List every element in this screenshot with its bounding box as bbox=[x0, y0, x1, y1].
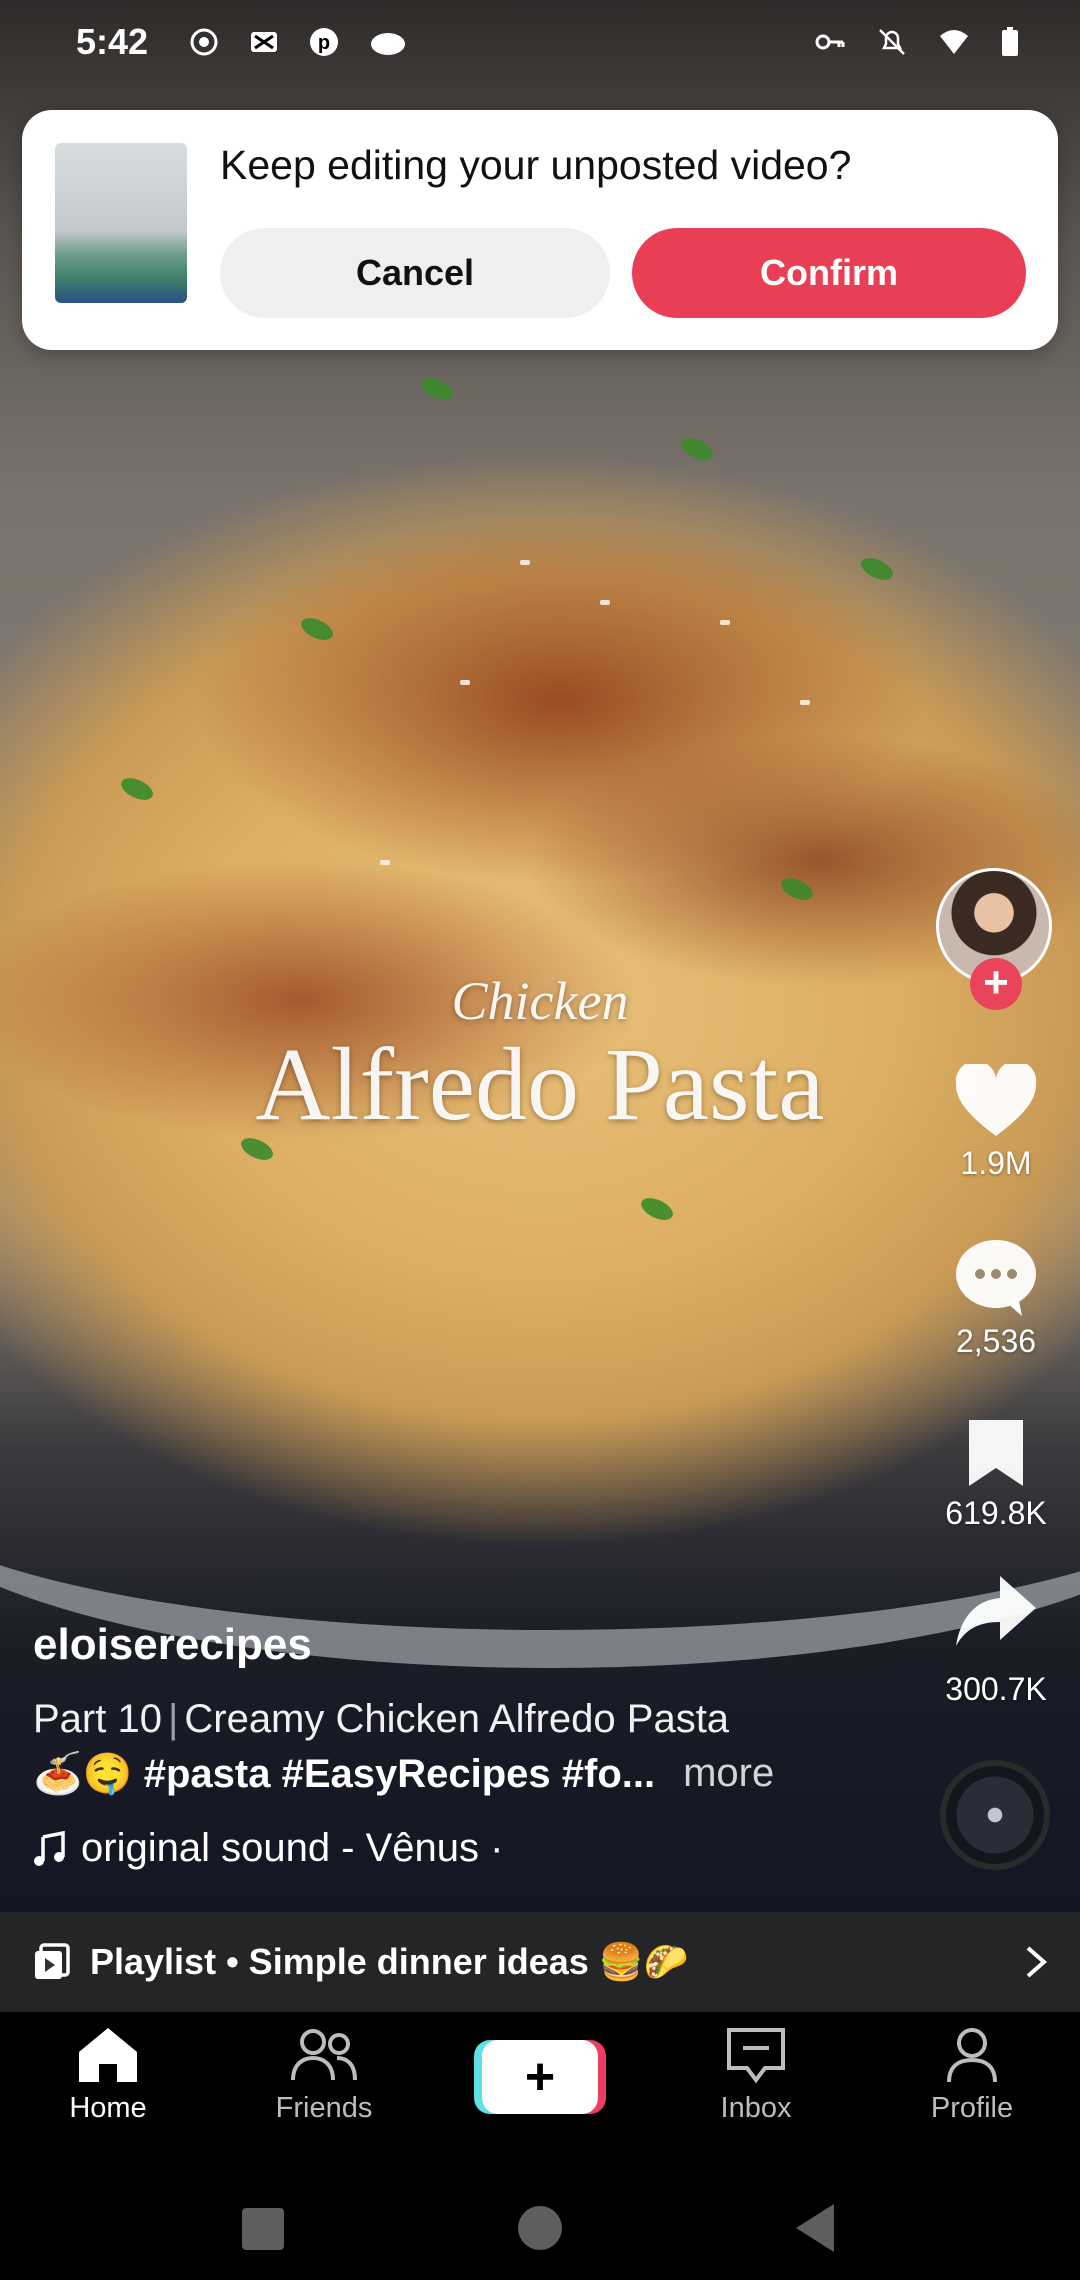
nav-inbox[interactable]: Inbox bbox=[648, 2012, 864, 2152]
share-action[interactable]: 300.7K bbox=[930, 1572, 1062, 1708]
caption-part: Part 10 bbox=[33, 1697, 162, 1741]
playlist-icon bbox=[35, 1943, 70, 1979]
sound-name: original sound - Vênus · bbox=[81, 1826, 504, 1870]
bottom-nav: Home Friends + Inbox Profile bbox=[0, 2012, 1080, 2152]
home-icon bbox=[79, 2028, 137, 2082]
bell-off-icon bbox=[879, 29, 905, 55]
nav-profile[interactable]: Profile bbox=[864, 2012, 1080, 2152]
herb-garnish bbox=[117, 773, 157, 805]
profile-icon bbox=[947, 2028, 997, 2083]
cancel-button[interactable]: Cancel bbox=[220, 228, 610, 318]
wifi-icon bbox=[940, 30, 968, 54]
cheese-fleck bbox=[600, 600, 610, 605]
unposted-video-dialog: Keep editing your unposted video? Cancel… bbox=[22, 110, 1058, 350]
herb-garnish bbox=[857, 553, 897, 585]
status-bar: 5:42 p bbox=[0, 0, 1080, 84]
confirm-button[interactable]: Confirm bbox=[632, 228, 1026, 318]
cheese-fleck bbox=[720, 620, 730, 625]
like-count: 1.9M bbox=[960, 1145, 1032, 1181]
caption-hashtags-line: 🍝🤤 #pasta #EasyRecipes #fo... more bbox=[33, 1750, 774, 1797]
nav-profile-label: Profile bbox=[930, 2092, 1014, 2124]
heart-icon bbox=[955, 1060, 1037, 1136]
chevron-right-icon bbox=[1026, 1946, 1048, 1978]
sound-info[interactable]: original sound - Vênus · bbox=[33, 1826, 503, 1871]
share-count: 300.7K bbox=[945, 1671, 1047, 1707]
back-icon[interactable] bbox=[796, 2204, 834, 2252]
more-link[interactable]: more bbox=[683, 1751, 774, 1796]
overlay-title-big: Alfredo Pasta bbox=[255, 1027, 825, 1142]
record-icon bbox=[190, 28, 218, 56]
caption-hashtags[interactable]: 🍝🤤 #pasta #EasyRecipes #fo... bbox=[33, 1750, 655, 1797]
caption-title: Creamy Chicken Alfredo Pasta bbox=[184, 1697, 730, 1741]
sound-disc[interactable] bbox=[940, 1760, 1050, 1870]
herb-garnish bbox=[297, 613, 337, 645]
app-icon bbox=[251, 32, 278, 52]
recents-icon[interactable] bbox=[242, 2208, 284, 2250]
herb-garnish bbox=[677, 433, 717, 465]
playlist-label: Playlist • Simple dinner ideas 🍔🌮 bbox=[90, 1941, 689, 1982]
vpn-key-icon bbox=[815, 34, 845, 50]
share-icon bbox=[956, 1576, 1036, 1646]
nav-home[interactable]: Home bbox=[0, 2012, 216, 2152]
svg-text:p: p bbox=[318, 32, 330, 54]
creator-username[interactable]: eloiserecipes bbox=[33, 1620, 312, 1670]
draft-thumbnail bbox=[55, 143, 187, 303]
caption-separator: | bbox=[167, 1697, 179, 1741]
pan-rim bbox=[0, 1290, 1080, 1668]
herb-garnish bbox=[777, 873, 817, 905]
system-nav-bar bbox=[0, 2152, 1080, 2280]
pinterest-icon: p bbox=[310, 28, 339, 56]
follow-button[interactable]: + bbox=[970, 958, 1022, 1010]
nav-friends-label: Friends bbox=[275, 2092, 373, 2124]
music-note-icon bbox=[34, 1830, 65, 1866]
cheese-fleck bbox=[460, 680, 470, 685]
nav-create[interactable]: + bbox=[432, 2012, 648, 2152]
dialog-title: Keep editing your unposted video? bbox=[220, 142, 852, 188]
playlist-bar[interactable]: Playlist • Simple dinner ideas 🍔🌮 bbox=[0, 1912, 1080, 2012]
home-circle-icon[interactable] bbox=[518, 2206, 562, 2250]
nav-friends[interactable]: Friends bbox=[216, 2012, 432, 2152]
comment-count: 2,536 bbox=[955, 1323, 1037, 1359]
like-action[interactable]: 1.9M bbox=[930, 1060, 1062, 1182]
nav-inbox-label: Inbox bbox=[720, 2092, 792, 2124]
create-button[interactable]: + bbox=[482, 2040, 598, 2114]
cheese-fleck bbox=[520, 560, 530, 565]
caption-line: Part 10 | Creamy Chicken Alfredo Pasta bbox=[33, 1697, 729, 1742]
save-action[interactable]: 619.8K bbox=[930, 1416, 1062, 1532]
cloud-icon bbox=[371, 33, 406, 55]
inbox-icon bbox=[727, 2028, 785, 2084]
herb-garnish bbox=[417, 373, 457, 405]
comment-icon bbox=[956, 1240, 1036, 1316]
bookmark-icon bbox=[969, 1420, 1023, 1486]
comment-action[interactable]: 2,536 bbox=[930, 1238, 1062, 1360]
herb-garnish bbox=[637, 1193, 677, 1225]
cheese-fleck bbox=[800, 700, 810, 705]
status-time: 5:42 bbox=[76, 21, 149, 62]
cheese-fleck bbox=[380, 860, 390, 865]
overlay-title-small: Chicken bbox=[451, 971, 629, 1031]
nav-home-label: Home bbox=[69, 2092, 147, 2124]
battery-icon bbox=[1002, 27, 1018, 56]
friends-icon bbox=[291, 2029, 357, 2081]
save-count: 619.8K bbox=[945, 1495, 1047, 1531]
